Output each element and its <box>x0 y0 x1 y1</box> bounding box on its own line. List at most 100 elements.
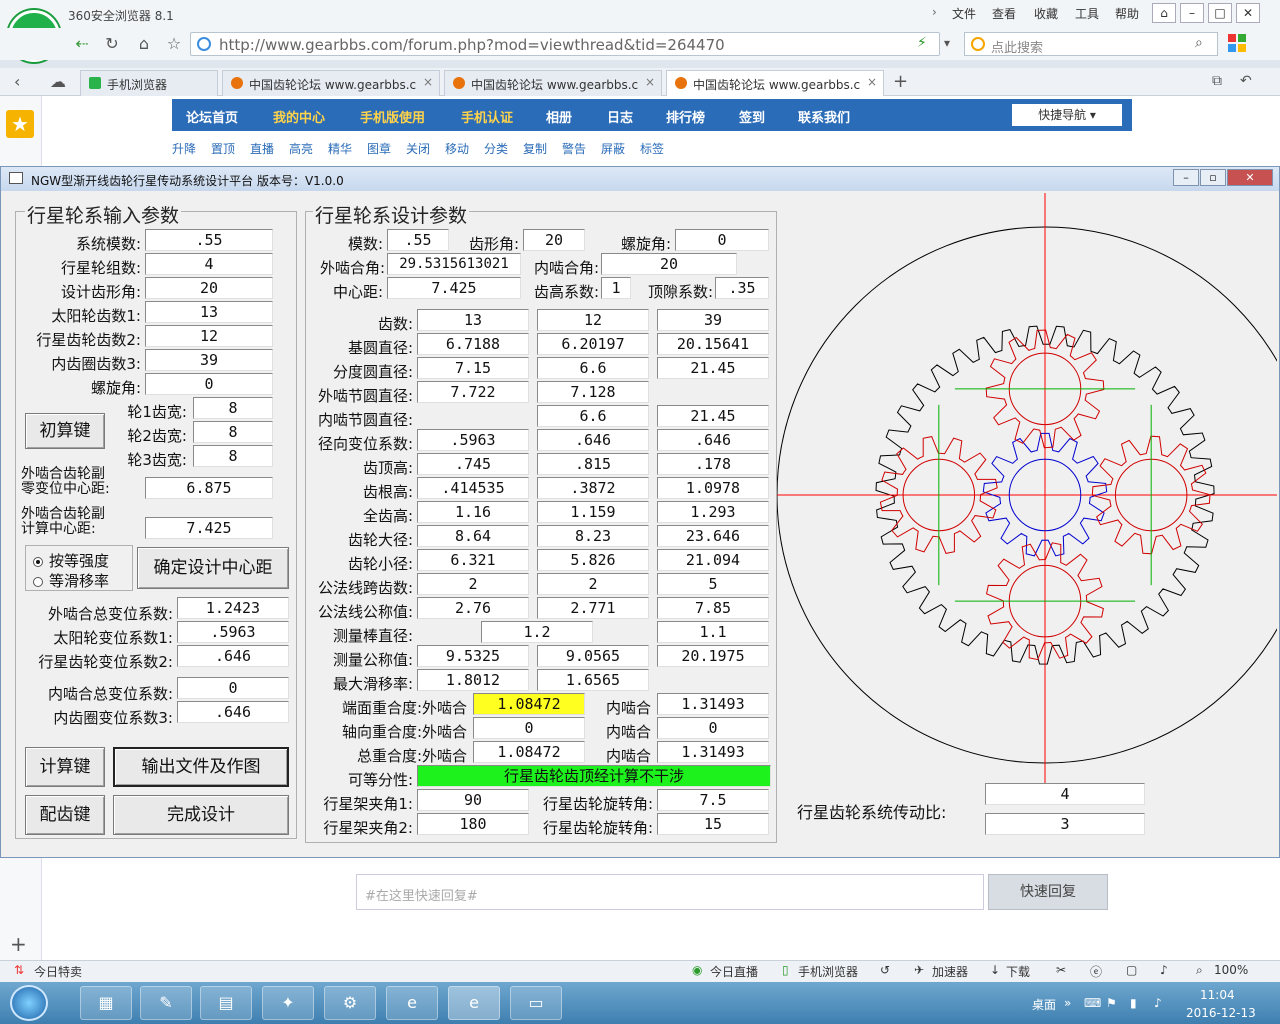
menu-help[interactable]: 帮助 <box>1115 5 1139 22</box>
initial-calc-button[interactable]: 初算键 <box>25 413 105 449</box>
tool-move[interactable]: 移动 <box>445 140 469 157</box>
browser-taskbar-icon[interactable]: e <box>448 986 500 1020</box>
calculator-icon[interactable]: ▦ <box>80 986 132 1020</box>
confirm-center-button[interactable]: 确定设计中心距 <box>137 547 289 589</box>
quick-reply-input[interactable]: #在这里快速回复# <box>356 874 984 910</box>
star-icon[interactable]: ☆ <box>162 33 186 55</box>
radio-equal-slip[interactable]: 等滑移率 <box>33 570 109 591</box>
refresh-icon[interactable]: ↻ <box>100 33 124 55</box>
tab-close-icon[interactable]: × <box>645 75 655 89</box>
lightning-icon[interactable]: ⚡ <box>917 35 927 51</box>
menu-file[interactable]: 文件 <box>952 5 976 22</box>
match-teeth-button[interactable]: 配齿键 <box>25 795 105 835</box>
history-icon[interactable]: ↺ <box>880 963 890 977</box>
undo-close-icon[interactable]: ↶ <box>1240 73 1252 89</box>
home-icon[interactable]: ⌂ <box>132 33 156 55</box>
apps-icon[interactable] <box>1228 34 1246 52</box>
tool-highlight[interactable]: 高亮 <box>289 140 313 157</box>
forum-nav-ranking[interactable]: 排行榜 <box>666 107 705 126</box>
app-minimize-icon[interactable]: – <box>1173 169 1199 186</box>
cloud-icon[interactable]: ☁ <box>50 72 66 91</box>
compute-button[interactable]: 计算键 <box>25 747 105 787</box>
search-input[interactable]: 点此搜索 ⌕ <box>964 32 1218 56</box>
quick-nav-button[interactable]: 快捷导航 ▾ <box>1012 104 1122 126</box>
back-icon[interactable]: ⇠ <box>70 33 94 55</box>
volume-icon[interactable]: ♪ <box>1160 963 1168 977</box>
flag-icon[interactable]: ⚑ <box>1106 996 1117 1010</box>
tool-live[interactable]: 直播 <box>250 140 274 157</box>
favorites-star-icon[interactable]: ★ <box>6 110 34 138</box>
forum-nav-mobile[interactable]: 手机版使用 <box>360 107 425 126</box>
new-tab-button[interactable]: + <box>893 71 908 92</box>
tab-mobile-browser[interactable]: 手机浏览器 <box>80 70 218 96</box>
forum-nav-blog[interactable]: 日志 <box>607 107 633 126</box>
window-icon[interactable]: ▢ <box>1126 963 1137 977</box>
tab-gearbbs-3[interactable]: 中国齿轮论坛 www.gearbbs.c × <box>666 70 884 96</box>
tab-gearbbs-1[interactable]: 中国齿轮论坛 www.gearbbs.c × <box>222 70 440 96</box>
tab-close-icon[interactable]: × <box>867 75 877 89</box>
search-icon[interactable]: ⌕ <box>1195 35 1203 51</box>
tab-list-icon[interactable]: ⧉ <box>1212 73 1222 89</box>
forum-nav-signin[interactable]: 签到 <box>739 107 765 126</box>
close-icon[interactable]: ✕ <box>1236 3 1260 23</box>
gear-app-icon[interactable]: ⚙ <box>324 986 376 1020</box>
explorer-icon[interactable]: ▤ <box>200 986 252 1020</box>
clock-date[interactable]: 2016-12-13 <box>1186 1006 1256 1020</box>
forum-nav-center[interactable]: 我的中心 <box>273 107 325 126</box>
ie-icon[interactable]: e <box>386 986 438 1020</box>
tab-gearbbs-2[interactable]: 中国齿轮论坛 www.gearbbs.c × <box>444 70 662 96</box>
clock-time[interactable]: 11:04 <box>1200 988 1235 1002</box>
tool-tag[interactable]: 标签 <box>640 140 664 157</box>
output-file-button[interactable]: 输出文件及作图 <box>113 747 289 787</box>
desktop-label[interactable]: 桌面 <box>1032 996 1056 1013</box>
planet-count-input[interactable]: 4 <box>145 253 273 275</box>
network-icon[interactable]: ▮ <box>1130 996 1137 1010</box>
tool-category[interactable]: 分类 <box>484 140 508 157</box>
address-bar[interactable]: http://www.gearbbs.com/forum.php?mod=vie… <box>190 32 940 56</box>
app-taskbar-icon[interactable]: ✦ <box>262 986 314 1020</box>
quick-reply-button[interactable]: 快速回复 <box>988 874 1108 910</box>
tool-digest[interactable]: 精华 <box>328 140 352 157</box>
tool-close[interactable]: 关闭 <box>406 140 430 157</box>
paint-icon[interactable]: ✎ <box>140 986 192 1020</box>
width2-input[interactable]: 8 <box>193 421 273 443</box>
maximize-icon[interactable]: □ <box>1208 3 1232 23</box>
status-mobile-browser[interactable]: 手机浏览器 <box>798 963 858 980</box>
tool-stamp[interactable]: 图章 <box>367 140 391 157</box>
menu-view[interactable]: 查看 <box>992 5 1016 22</box>
tool-top[interactable]: 置顶 <box>211 140 235 157</box>
width1-input[interactable]: 8 <box>193 397 273 419</box>
ring-teeth-input[interactable]: 39 <box>145 349 273 371</box>
helix-angle-input[interactable]: 0 <box>145 373 273 395</box>
tab-scroll-left-icon[interactable]: ‹ <box>14 72 20 91</box>
status-download[interactable]: 下载 <box>1006 963 1030 980</box>
tool-block[interactable]: 屏蔽 <box>601 140 625 157</box>
app-maximize-icon[interactable]: ▫ <box>1200 169 1226 186</box>
status-accelerator[interactable]: 加速器 <box>932 963 968 980</box>
sun-teeth-input[interactable]: 13 <box>145 301 273 323</box>
status-live[interactable]: 今日直播 <box>710 963 758 980</box>
minimize-icon[interactable]: – <box>1180 3 1204 23</box>
radio-equal-strength[interactable]: 按等强度 <box>33 550 109 571</box>
screenshot-icon[interactable]: ✂ <box>1056 963 1066 977</box>
forum-nav-home[interactable]: 论坛首页 <box>186 107 238 126</box>
tool-raise[interactable]: 升降 <box>172 140 196 157</box>
ie-mode-icon[interactable]: ⓔ <box>1090 963 1102 980</box>
width3-input[interactable]: 8 <box>193 445 273 467</box>
planet-teeth-input[interactable]: 12 <box>145 325 273 347</box>
chevron-down-icon[interactable]: ▾ <box>944 36 950 50</box>
finish-design-button[interactable]: 完成设计 <box>113 795 289 835</box>
pin-icon[interactable]: ⌂ <box>1152 3 1176 23</box>
menu-favorites[interactable]: 收藏 <box>1034 5 1058 22</box>
menu-tools[interactable]: 工具 <box>1075 5 1099 22</box>
speaker-icon[interactable]: ♪ <box>1154 996 1162 1010</box>
pressure-angle-input[interactable]: 20 <box>145 277 273 299</box>
status-daily-deals[interactable]: 今日特卖 <box>34 963 82 980</box>
tool-warn[interactable]: 警告 <box>562 140 586 157</box>
tool-copy[interactable]: 复制 <box>523 140 547 157</box>
start-button[interactable] <box>10 985 48 1021</box>
forum-nav-album[interactable]: 相册 <box>546 107 572 126</box>
tab-close-icon[interactable]: × <box>423 75 433 89</box>
window-taskbar-icon[interactable]: ▭ <box>510 986 562 1020</box>
keyboard-icon[interactable]: ⌨ <box>1084 996 1101 1010</box>
